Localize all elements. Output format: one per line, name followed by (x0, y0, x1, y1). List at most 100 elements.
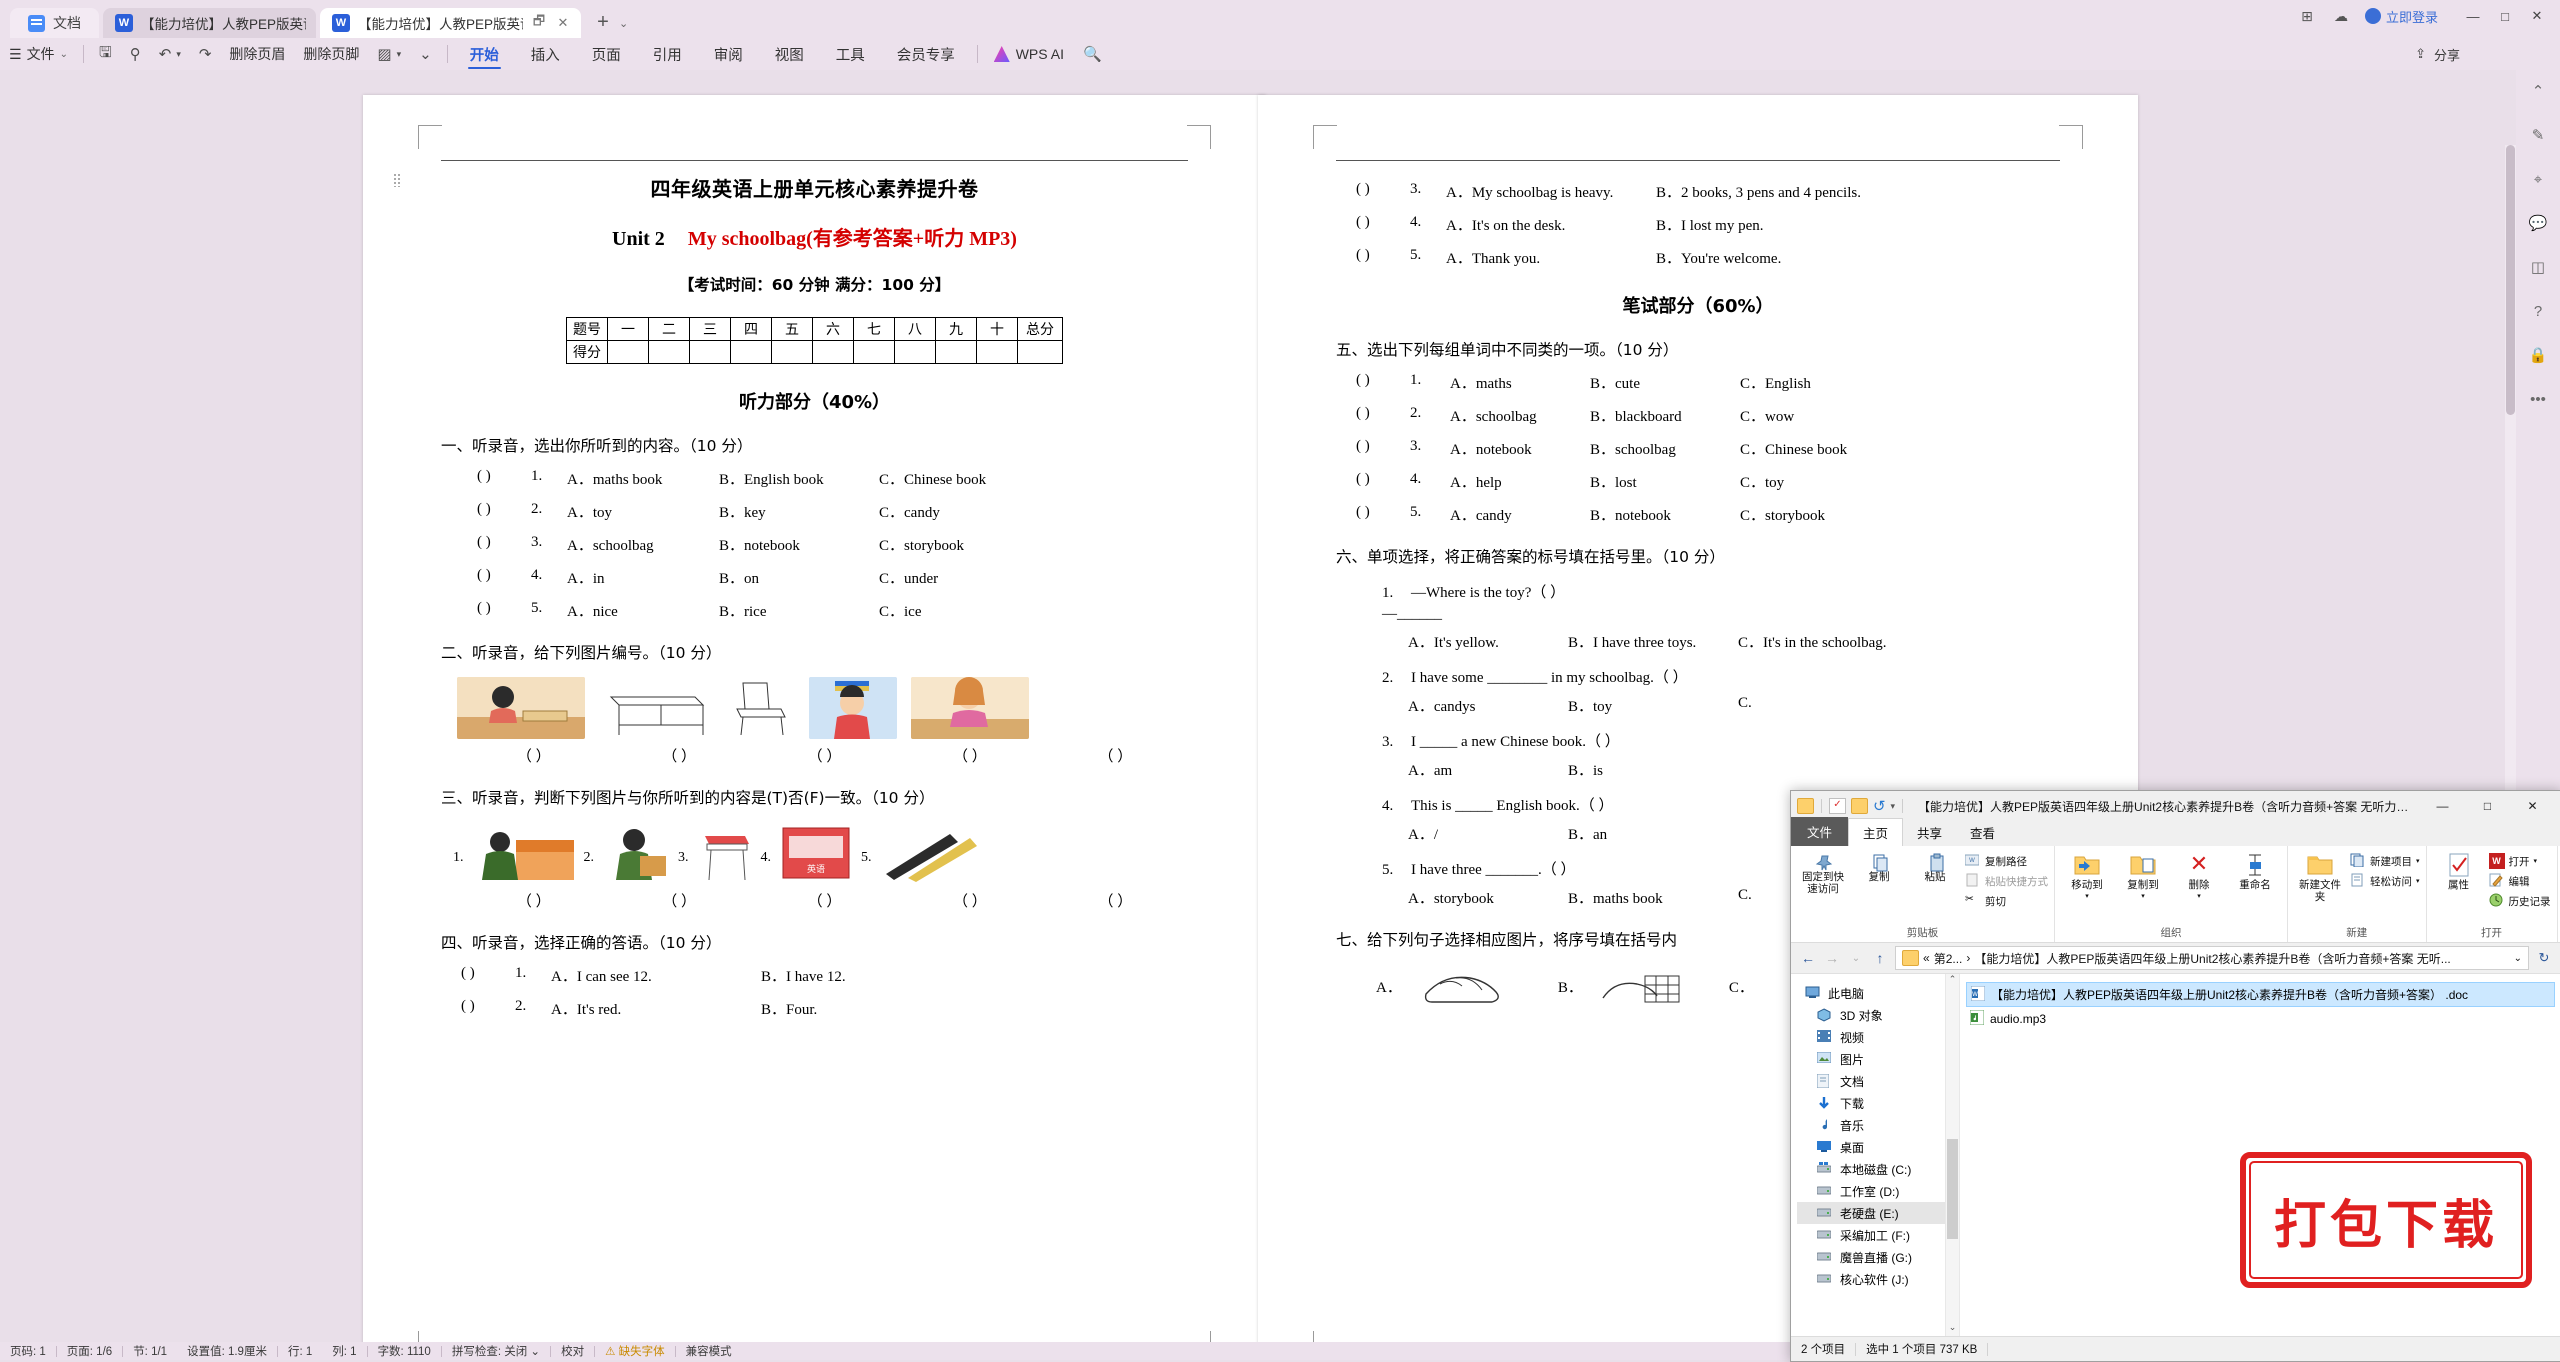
score-table-cell[interactable] (853, 340, 895, 364)
cut-button[interactable]: ✂ 剪切 (1965, 893, 2048, 909)
answer-paren[interactable]: ( ) (1356, 372, 1410, 393)
pin-to-quick-access-button[interactable]: 固定到快速访问 (1797, 849, 1849, 895)
status-spellcheck[interactable]: 拼写检查: 关闭 ⌄ (442, 1343, 550, 1359)
new-folder-button[interactable]: 新建文件夹 (2294, 849, 2346, 903)
more-icon[interactable]: ••• (2525, 386, 2551, 412)
refresh-button[interactable]: ↻ (2535, 950, 2553, 966)
redo-button[interactable]: ↷ (190, 41, 221, 67)
score-table-cell[interactable] (689, 340, 731, 364)
edit-button[interactable]: 编辑 (2489, 873, 2551, 889)
ribbon-tab-view[interactable]: 视图 (759, 39, 820, 69)
explorer-title-bar[interactable]: ✓ ↺ ▾ 【能力培优】人教PEP版英语四年级上册Unit2核心素养提升B卷（含… (1791, 791, 2560, 821)
download-banner[interactable]: 打包下载 (2240, 1152, 2532, 1288)
up-button[interactable]: ↑ (1871, 950, 1889, 966)
answer-blank[interactable]: （ ） (461, 745, 606, 766)
new-tab-button[interactable]: + (591, 11, 615, 34)
score-table-cell[interactable] (1017, 340, 1063, 364)
answer-blank[interactable]: （ ） (752, 745, 897, 766)
file-menu-button[interactable]: ☰ 文件 ⌄ (0, 41, 77, 67)
tree-item-drive-c[interactable]: 本地磁盘 (C:) (1797, 1158, 1945, 1180)
answer-blank[interactable]: （ ） (897, 890, 1042, 911)
answer-paren[interactable]: ( ) (477, 468, 531, 489)
tree-item-3d-objects[interactable]: 3D 对象 (1797, 1004, 1945, 1026)
answer-paren[interactable]: ( ) (477, 534, 531, 555)
answer-paren[interactable]: ( ) (1356, 405, 1410, 426)
tree-item-documents[interactable]: 文档 (1797, 1070, 1945, 1092)
copy-path-button[interactable]: W 复制路径 (1964, 853, 2048, 869)
answer-blank[interactable]: （ ） (1043, 745, 1188, 766)
quick-access-more-icon[interactable]: ⌄ (410, 41, 441, 67)
recent-locations-button[interactable]: ⌄ (1847, 953, 1865, 964)
scrollbar-thumb[interactable] (2506, 145, 2515, 415)
comment-icon[interactable]: 💬 (2525, 210, 2551, 236)
answer-paren[interactable]: ( ) (1356, 181, 1410, 202)
tab-list-chevron-icon[interactable]: ⌄ (619, 17, 628, 30)
cloud-icon[interactable]: ☁ (2331, 6, 2351, 26)
tab-documents-home[interactable]: 文档 (10, 8, 99, 38)
help-icon[interactable]: ? (2525, 298, 2551, 324)
tree-item-desktop[interactable]: 桌面 (1797, 1136, 1945, 1158)
explorer-navigation-pane[interactable]: 此电脑 3D 对象 视频 图片 文档 下载 音乐 桌面 本地磁盘 (C:) 工作… (1791, 974, 1946, 1336)
share-icon[interactable]: ⇪ (2415, 46, 2426, 62)
list-item[interactable]: audio.mp3 (1966, 1007, 2555, 1030)
tab-document-1[interactable]: W 【能力培优】人教PEP版英语四年级上 (103, 8, 316, 38)
tree-item-drive-j[interactable]: 核心软件 (J:) (1797, 1268, 1945, 1290)
document-page-1[interactable]: 四年级英语上册单元核心素养提升卷 Unit 2 My schoolbag(有参考… (363, 95, 1266, 1342)
answer-paren[interactable]: ( ) (461, 965, 515, 986)
rename-button[interactable]: 重命名 (2229, 849, 2281, 891)
delete-button[interactable]: ✕ 删除 ▾ (2173, 849, 2225, 901)
answer-paren[interactable]: ( ) (1356, 504, 1410, 525)
breadcrumb-item-2[interactable]: 【能力培优】人教PEP版英语四年级上册Unit2核心素养提升B卷（含听力音频+答… (1974, 950, 2450, 967)
scroll-up-icon[interactable]: ⌃ (1946, 974, 1959, 988)
question-3-answer-row[interactable]: （ ） （ ） （ ） （ ） （ ） (441, 890, 1188, 911)
tab-close-icon[interactable]: ✕ (555, 15, 571, 31)
address-breadcrumb[interactable]: « 第2... › 【能力培优】人教PEP版英语四年级上册Unit2核心素养提升… (1895, 946, 2529, 970)
search-icon[interactable]: 🔍 (1074, 41, 1111, 67)
tab-document-2[interactable]: W 【能力培优】人教PEP版英语四 🗗 ✕ (320, 8, 581, 38)
print-button[interactable]: ⚲ (121, 41, 150, 67)
score-table-cell[interactable] (894, 340, 936, 364)
answer-blank[interactable]: （ ） (461, 890, 606, 911)
breadcrumb-item-1[interactable]: 第2... (1934, 950, 1963, 967)
forward-button[interactable]: → (1823, 950, 1841, 966)
answer-blank[interactable]: （ ） (897, 745, 1042, 766)
open-button[interactable]: W 打开 ▾ (2488, 853, 2551, 869)
undo-button[interactable]: ↶ ▾ (150, 41, 190, 67)
score-table-cell[interactable] (812, 340, 854, 364)
tree-item-music[interactable]: 音乐 (1797, 1114, 1945, 1136)
list-item[interactable]: W 【能力培优】人教PEP版英语四年级上册Unit2核心素养提升B卷（含听力音频… (1966, 982, 2555, 1007)
history-button[interactable]: 历史记录 (2489, 893, 2551, 909)
ribbon-tab-member[interactable]: 会员专享 (881, 39, 971, 69)
answer-paren[interactable]: ( ) (477, 567, 531, 588)
pen-icon[interactable]: ✎ (2525, 122, 2551, 148)
status-word-count[interactable]: 字数: 1110 (368, 1343, 441, 1359)
answer-paren[interactable]: ( ) (1356, 471, 1410, 492)
ribbon-tab-reference[interactable]: 引用 (637, 39, 698, 69)
shape-icon[interactable]: ◫ (2525, 254, 2551, 280)
tree-item-drive-d[interactable]: 工作室 (D:) (1797, 1180, 1945, 1202)
tree-item-videos[interactable]: 视频 (1797, 1026, 1945, 1048)
answer-blank[interactable]: （ ） (606, 745, 751, 766)
login-button[interactable]: 立即登录 (2364, 7, 2438, 26)
explorer-tab-file[interactable]: 文件 (1791, 817, 1849, 846)
answer-blank[interactable]: （ ） (1043, 890, 1188, 911)
chevron-down-icon[interactable]: ▾ (1891, 801, 1896, 812)
easy-access-button[interactable]: 轻松访问 ▾ (2350, 873, 2420, 889)
ribbon-tab-tools[interactable]: 工具 (820, 39, 881, 69)
tree-item-drive-e[interactable]: 老硬盘 (E:) (1797, 1202, 1945, 1224)
new-folder-icon[interactable] (1850, 798, 1868, 814)
new-item-button[interactable]: 新建项目 ▾ (2350, 853, 2420, 869)
properties-button[interactable]: 属性 (2433, 849, 2485, 891)
explorer-tab-view[interactable]: 查看 (1956, 819, 2009, 846)
ribbon-tab-start[interactable]: 开始 (454, 39, 515, 69)
paragraph-drag-handle[interactable] (393, 173, 401, 187)
folder-icon[interactable] (1797, 798, 1814, 814)
save-button[interactable]: 🖫 (90, 41, 121, 67)
explorer-tab-share[interactable]: 共享 (1903, 819, 1956, 846)
tree-item-drive-f[interactable]: 采编加工 (F:) (1797, 1224, 1945, 1246)
tree-item-drive-g[interactable]: 魔兽直播 (G:) (1797, 1246, 1945, 1268)
answer-blank[interactable]: （ ） (606, 890, 751, 911)
wps-ai-button[interactable]: WPS AI (984, 46, 1074, 62)
explorer-maximize-button[interactable]: □ (2465, 792, 2510, 820)
collapse-chevron-icon[interactable]: ⌃ (2525, 78, 2551, 104)
